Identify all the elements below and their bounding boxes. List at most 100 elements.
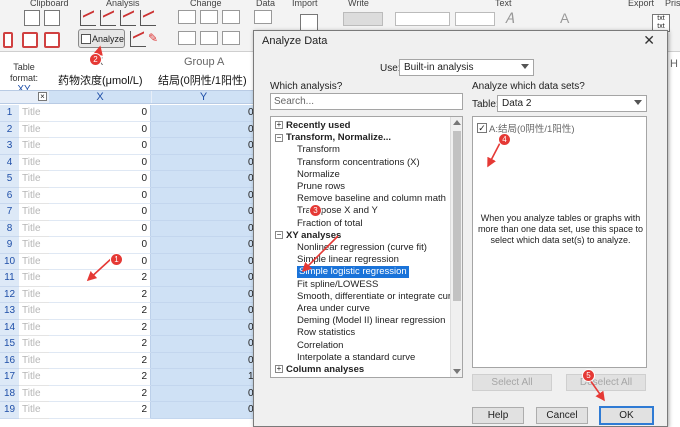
y-value-cell[interactable]: 0: [151, 319, 255, 336]
table-row[interactable]: 12 Title 2 0: [0, 286, 255, 303]
font-select[interactable]: [395, 12, 450, 26]
new-icon[interactable]: [3, 32, 13, 48]
paste-icon[interactable]: [24, 10, 40, 26]
dataset-checkbox[interactable]: ✓: [477, 123, 487, 133]
delete-icon[interactable]: [44, 32, 60, 48]
tree-category[interactable]: − XY analyses: [275, 230, 341, 242]
x-value-cell[interactable]: 2: [49, 270, 151, 287]
row-title-cell[interactable]: Title: [19, 221, 49, 237]
y-value-cell[interactable]: 0: [151, 138, 255, 155]
x-value-cell[interactable]: 2: [49, 286, 151, 303]
close-icon[interactable]: ×: [38, 92, 47, 101]
y-value-cell[interactable]: 0: [151, 105, 255, 122]
row-title-cell[interactable]: Title: [19, 138, 49, 155]
change-icon-2[interactable]: [200, 10, 218, 24]
table-row[interactable]: 17 Title 2 1: [0, 369, 255, 386]
x-value-cell[interactable]: 2: [49, 385, 151, 402]
y-value-cell[interactable]: 0: [151, 286, 255, 303]
row-number[interactable]: 10: [0, 253, 19, 270]
tree-category[interactable]: + Recently used: [275, 120, 350, 132]
x-value-cell[interactable]: 0: [49, 121, 151, 138]
row-title-cell[interactable]: Title: [19, 320, 49, 336]
x-value-cell[interactable]: 0: [49, 138, 151, 155]
table-row[interactable]: 19 Title 2 0: [0, 402, 255, 419]
row-title-cell[interactable]: Title: [19, 155, 49, 171]
change-icon-3[interactable]: [222, 10, 240, 24]
row-number[interactable]: 17: [0, 369, 19, 386]
row-title-cell[interactable]: Title: [19, 204, 49, 221]
font-size-select[interactable]: [455, 12, 495, 26]
close-icon[interactable]: ✕: [643, 32, 655, 49]
y-value-cell[interactable]: 0: [151, 303, 255, 320]
expand-icon[interactable]: +: [275, 121, 283, 130]
y-value-cell[interactable]: 0: [151, 270, 255, 287]
row-title-cell[interactable]: Title: [19, 122, 49, 138]
row-number[interactable]: 2: [0, 121, 19, 138]
row-number[interactable]: 19: [0, 402, 19, 419]
table-row[interactable]: 10 Title 0 0: [0, 253, 255, 270]
row-number[interactable]: 14: [0, 319, 19, 336]
x-column-title[interactable]: 药物浓度(μmol/L): [58, 72, 143, 88]
analyze-button[interactable]: Analyze: [78, 29, 125, 48]
tree-item[interactable]: Transform: [297, 144, 340, 156]
row-number[interactable]: 12: [0, 286, 19, 303]
table-row[interactable]: 8 Title 0 0: [0, 220, 255, 237]
row-number[interactable]: 7: [0, 204, 19, 221]
table-row[interactable]: 9 Title 0 0: [0, 237, 255, 254]
font-color-icon[interactable]: A: [560, 10, 576, 26]
y-value-cell[interactable]: 0: [151, 220, 255, 237]
row-title-cell[interactable]: Title: [19, 270, 49, 287]
y-value-cell[interactable]: 0: [151, 385, 255, 402]
y-value-cell[interactable]: 0: [151, 171, 255, 188]
x-value-cell[interactable]: 0: [49, 187, 151, 204]
data-icon[interactable]: [254, 10, 272, 24]
y-value-cell[interactable]: 0: [151, 154, 255, 171]
change-icon-1[interactable]: [178, 10, 196, 24]
x-value-cell[interactable]: 2: [49, 336, 151, 353]
x-value-cell[interactable]: 0: [49, 204, 151, 221]
y-value-cell[interactable]: 0: [151, 253, 255, 270]
row-title-cell[interactable]: Title: [19, 287, 49, 303]
row-number[interactable]: 16: [0, 352, 19, 369]
scroll-thumb[interactable]: [453, 131, 461, 301]
change-icon-4[interactable]: [178, 31, 196, 45]
row-title-cell[interactable]: Title: [19, 254, 49, 270]
row-number[interactable]: 15: [0, 336, 19, 353]
tree-item[interactable]: Normalize: [297, 169, 340, 181]
collapse-icon[interactable]: −: [275, 231, 283, 240]
tree-item[interactable]: Smooth, differentiate or integrate curve: [297, 291, 461, 303]
xy-chart-icon[interactable]: [80, 10, 96, 26]
tree-item[interactable]: Prune rows: [297, 181, 345, 193]
row-number[interactable]: 1: [0, 105, 19, 122]
table-row[interactable]: 11 Title 2 0: [0, 270, 255, 287]
column-h-header[interactable]: H: [670, 58, 678, 70]
row-number[interactable]: 6: [0, 187, 19, 204]
y-value-cell[interactable]: 0: [151, 187, 255, 204]
expand-icon[interactable]: +: [275, 365, 283, 374]
y-value-cell[interactable]: 0: [151, 237, 255, 254]
tree-item[interactable]: Transform concentrations (X): [297, 157, 420, 169]
table-row[interactable]: 2 Title 0 0: [0, 121, 255, 138]
row-title-cell[interactable]: Title: [19, 369, 49, 386]
row-title-cell[interactable]: Title: [19, 336, 49, 353]
row-title-cell[interactable]: Title: [19, 237, 49, 254]
help-button[interactable]: Help: [472, 407, 524, 424]
y-value-cell[interactable]: 0: [151, 352, 255, 369]
clipboard-icon[interactable]: [22, 32, 38, 48]
tree-item[interactable]: Fit spline/LOWESS: [297, 279, 378, 291]
table-row[interactable]: 16 Title 2 0: [0, 352, 255, 369]
table-row[interactable]: 1 Title 0 0: [0, 105, 255, 122]
tree-category[interactable]: + Column analyses: [275, 364, 364, 376]
table-row[interactable]: 5 Title 0 0: [0, 171, 255, 188]
tree-item[interactable]: Simple logistic regression: [297, 266, 409, 279]
row-title-cell[interactable]: Title: [19, 188, 49, 204]
group-a-header[interactable]: Group A: [184, 56, 224, 68]
tree-item[interactable]: Nonlinear regression (curve fit): [297, 242, 427, 254]
x-subcolumn-label[interactable]: X: [49, 91, 151, 103]
tree-item[interactable]: Interpolate a standard curve: [297, 352, 415, 364]
y-value-cell[interactable]: 0: [151, 121, 255, 138]
table-row[interactable]: 3 Title 0 0: [0, 138, 255, 155]
y-value-cell[interactable]: 1: [151, 369, 255, 386]
table-row[interactable]: 18 Title 2 0: [0, 385, 255, 402]
x-value-cell[interactable]: 2: [49, 369, 151, 386]
